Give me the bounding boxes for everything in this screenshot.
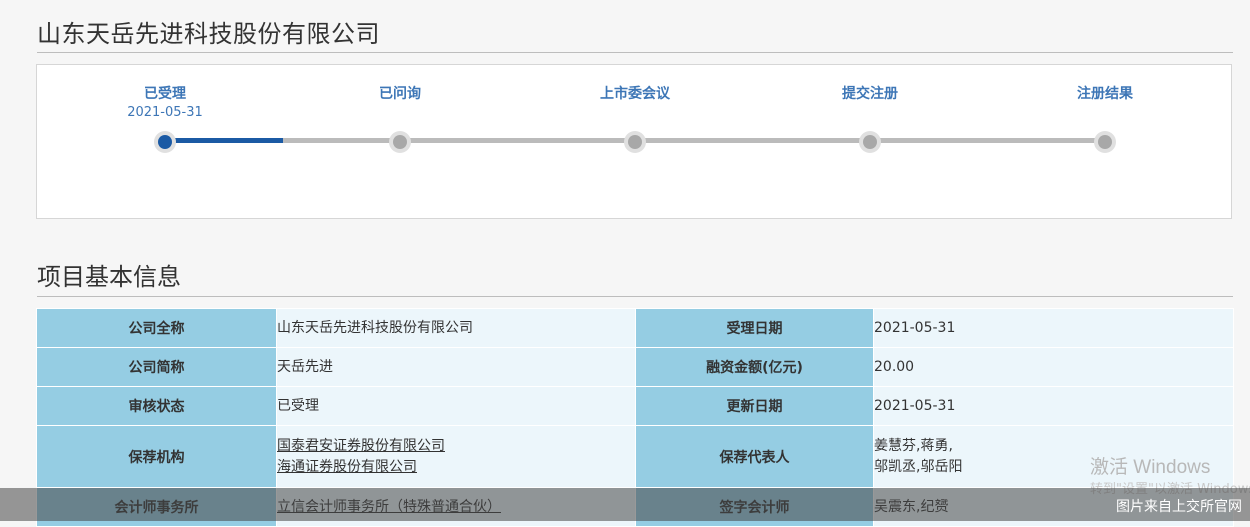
progress-step-dot — [859, 131, 881, 153]
field-value: 2021-05-31 — [873, 386, 1234, 426]
progress-step: 上市委会议 — [535, 65, 735, 215]
field-value: 已受理 — [276, 386, 636, 426]
field-label: 保荐机构 — [36, 425, 277, 488]
progress-step-label: 上市委会议 — [600, 86, 670, 102]
field-value-text: 2021-05-31 — [874, 319, 956, 336]
progress-step-label: 已问询 — [379, 86, 421, 102]
field-label: 保荐代表人 — [635, 425, 874, 488]
field-value-text: 山东天岳先进科技股份有限公司 — [277, 319, 473, 336]
field-label: 审核状态 — [36, 386, 277, 426]
progress-step: 注册结果 — [1005, 65, 1205, 215]
field-label: 更新日期 — [635, 386, 874, 426]
field-label: 公司简称 — [36, 347, 277, 387]
table-row: 保荐机构 国泰君安证券股份有限公司 海通证券股份有限公司 保荐代表人 姜慧芬,蒋勇, 邬凯… — [36, 425, 1234, 488]
company-title: 山东天岳先进科技股份有限公司 — [37, 20, 380, 48]
progress-step-dot — [154, 131, 176, 153]
review-progress: 已受理 2021-05-31 已问询 上市委会议 提交注册 注册结果 — [36, 64, 1232, 219]
progress-step-label: 注册结果 — [1077, 86, 1133, 102]
field-value: 2021-05-31 — [873, 308, 1234, 348]
progress-step-dot — [1094, 131, 1116, 153]
field-value-text: 20.00 — [874, 358, 915, 375]
field-value: 天岳先进 — [276, 347, 636, 387]
progress-step-label: 已受理 — [144, 86, 186, 102]
progress-step-dot — [624, 131, 646, 153]
field-value-text: 2021-05-31 — [874, 397, 956, 414]
field-label: 公司全称 — [36, 308, 277, 348]
table-row: 公司简称 天岳先进 融资金额(亿元) 20.00 — [36, 347, 1234, 387]
caption-bar — [0, 488, 1250, 521]
field-value[interactable]: 国泰君安证券股份有限公司 海通证券股份有限公司 — [276, 425, 636, 488]
title-divider — [37, 52, 1233, 53]
progress-step: 已问询 — [300, 65, 500, 215]
image-source-note: 图片来自上交所官网 — [1116, 499, 1242, 515]
field-label: 融资金额(亿元) — [635, 347, 874, 387]
progress-step: 提交注册 — [770, 65, 970, 215]
section-divider — [37, 296, 1233, 297]
table-row: 公司全称 山东天岳先进科技股份有限公司 受理日期 2021-05-31 — [36, 308, 1234, 348]
table-row: 审核状态 已受理 更新日期 2021-05-31 — [36, 386, 1234, 426]
field-value-text: 天岳先进 — [277, 358, 333, 375]
section-title: 项目基本信息 — [37, 263, 181, 291]
field-label: 受理日期 — [635, 308, 874, 348]
field-value-text: 已受理 — [277, 397, 319, 414]
progress-step: 已受理 2021-05-31 — [65, 65, 265, 215]
field-value: 山东天岳先进科技股份有限公司 — [276, 308, 636, 348]
progress-step-label: 提交注册 — [842, 86, 898, 102]
progress-step-dot — [389, 131, 411, 153]
windows-activation-text: 激活 Windows — [1090, 457, 1211, 478]
field-value: 20.00 — [873, 347, 1234, 387]
institution-link[interactable]: 国泰君安证券股份有限公司 — [277, 436, 635, 457]
progress-step-date: 2021-05-31 — [127, 105, 203, 120]
institution-link[interactable]: 海通证券股份有限公司 — [277, 457, 635, 478]
